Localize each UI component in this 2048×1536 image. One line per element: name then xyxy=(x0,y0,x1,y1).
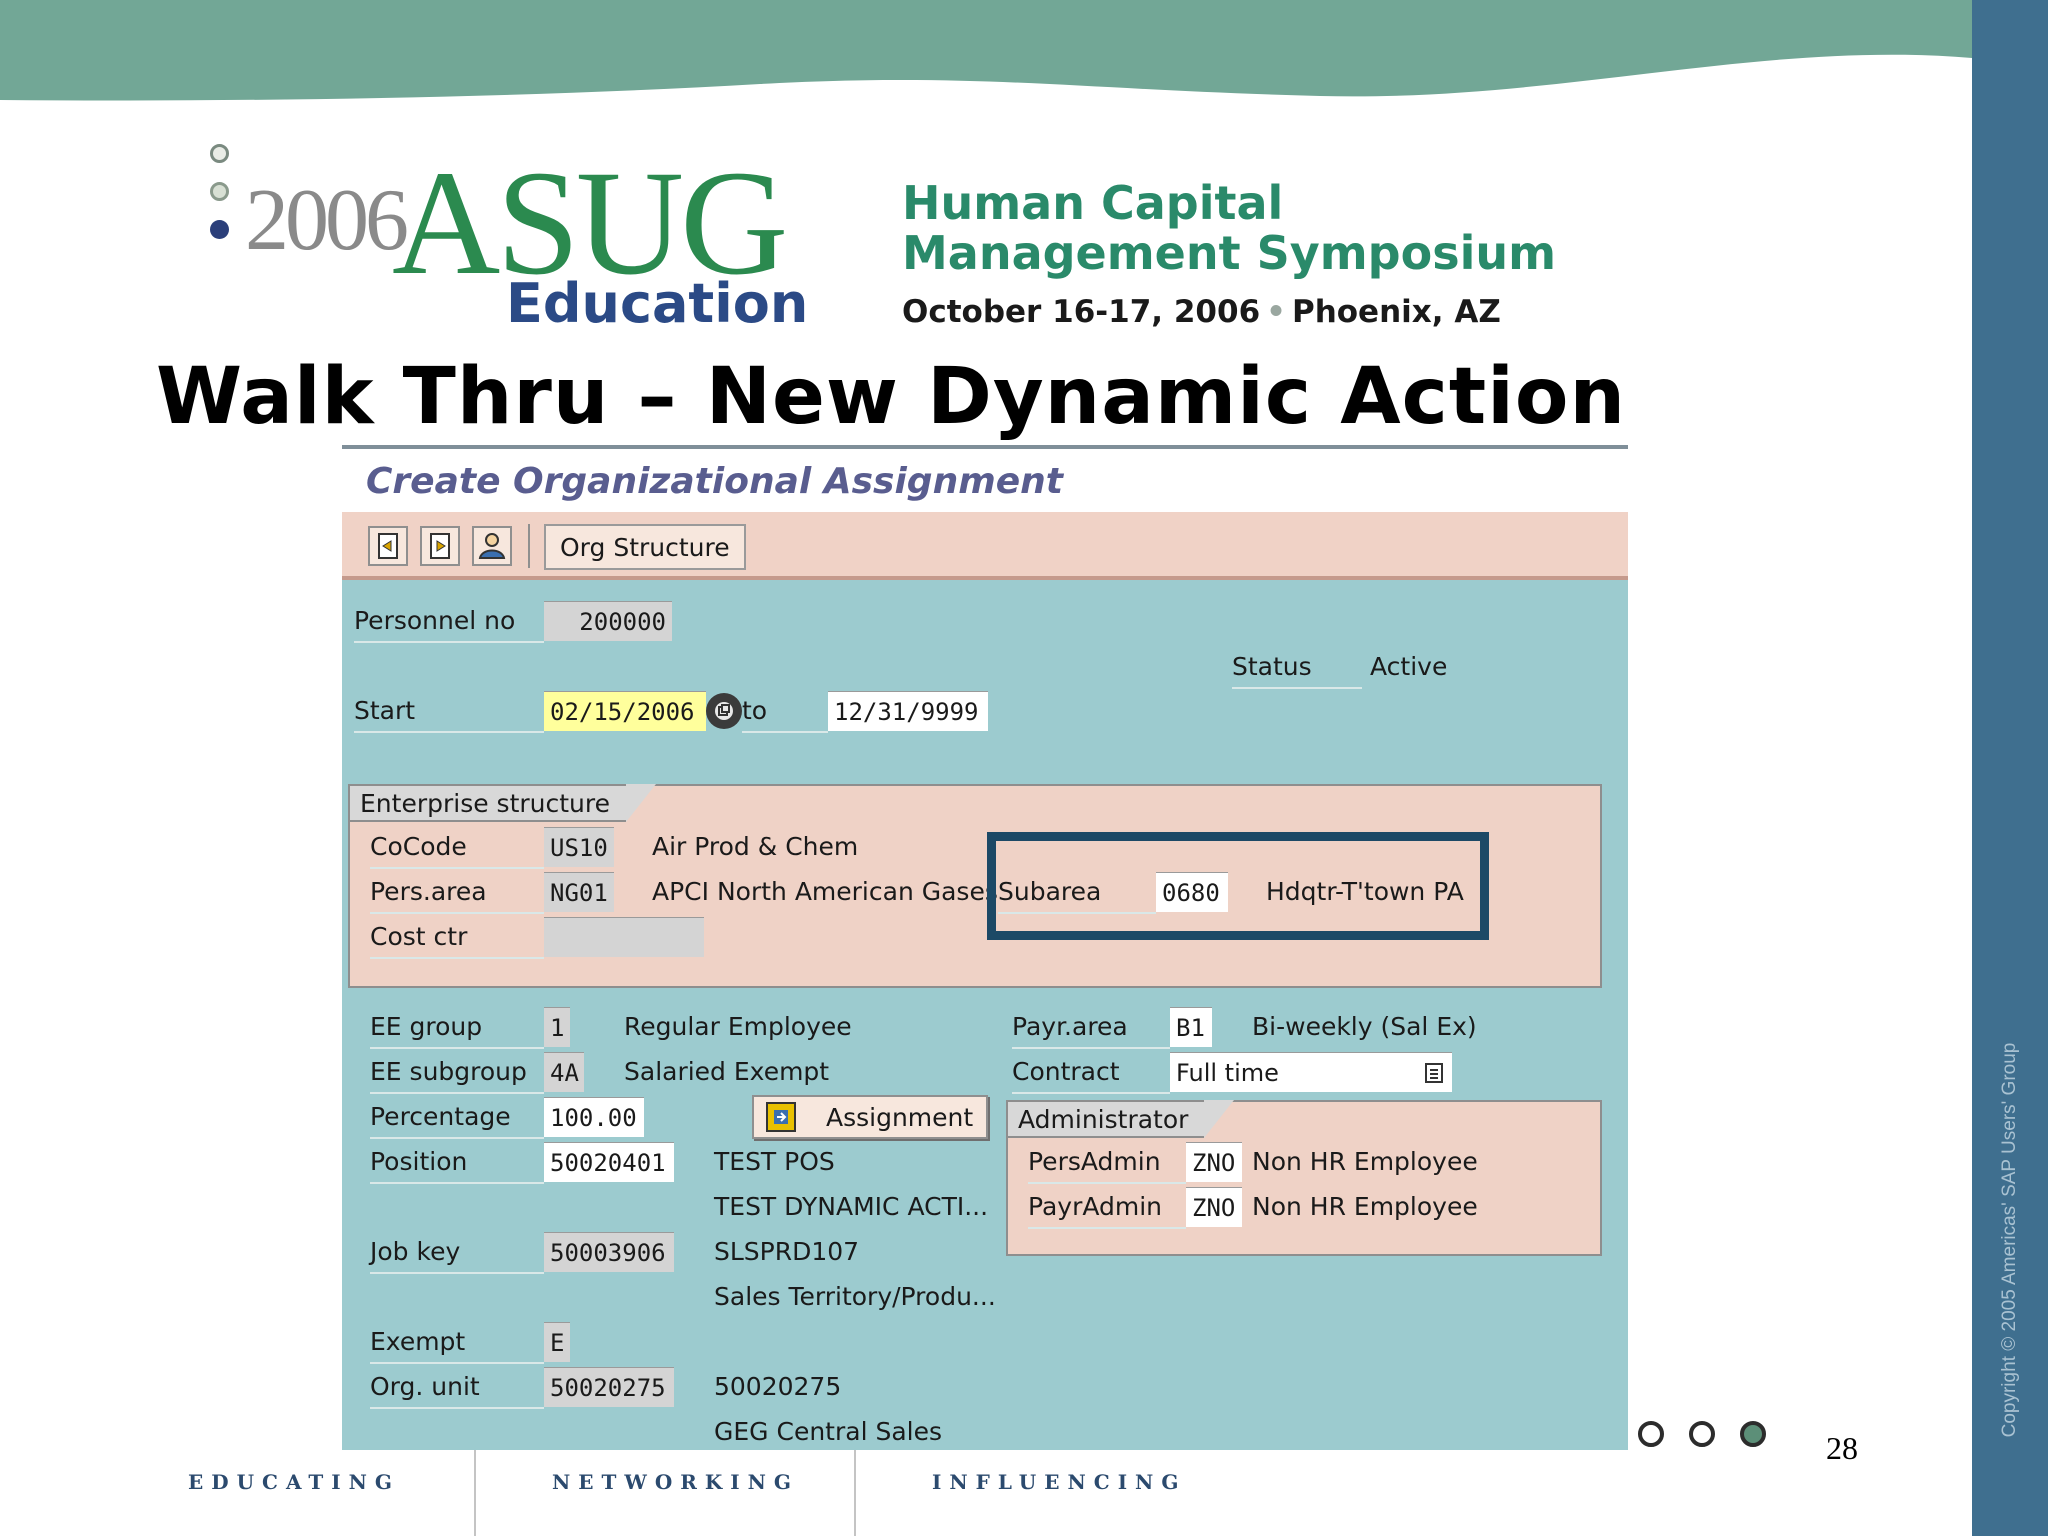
persarea-label: Pers.area xyxy=(370,877,544,914)
bullet-separator: • xyxy=(1266,294,1286,330)
position-label: Position xyxy=(370,1147,544,1184)
logo-dot xyxy=(210,144,229,163)
page-number: 28 xyxy=(1826,1430,1858,1466)
start-date-field[interactable]: 02/15/2006 xyxy=(544,691,706,731)
logo-education: Education xyxy=(506,272,809,335)
header-wave-band xyxy=(0,0,1972,101)
orgunit-field[interactable]: 50020275 xyxy=(544,1367,674,1407)
position-text: TEST POS xyxy=(714,1147,835,1176)
footer-influencing: INFLUENCING xyxy=(932,1470,1187,1494)
administrator-title: Administrator xyxy=(1006,1100,1235,1138)
start-label: Start xyxy=(354,696,544,733)
eesubgroup-text: Salaried Exempt xyxy=(624,1057,830,1086)
symposium-title-line1: Human Capital xyxy=(902,176,1284,230)
orgunit-description: GEG Central Sales xyxy=(714,1417,943,1446)
exempt-field[interactable]: E xyxy=(544,1322,570,1362)
orgunit-label: Org. unit xyxy=(370,1372,544,1409)
calendar-help-icon[interactable] xyxy=(706,693,742,729)
orgunit-text: 50020275 xyxy=(714,1372,842,1401)
persadmin-label: PersAdmin xyxy=(1028,1147,1186,1184)
subarea-label: Subarea xyxy=(998,877,1156,914)
contract-field[interactable]: Full time xyxy=(1170,1052,1452,1092)
footer-divider xyxy=(854,1450,856,1536)
next-record-icon[interactable] xyxy=(420,526,460,566)
footer-educating: EDUCATING xyxy=(188,1470,400,1494)
payrarea-label: Payr.area xyxy=(1012,1012,1170,1049)
toolbar-separator xyxy=(528,524,530,568)
footer-divider xyxy=(474,1450,476,1536)
subarea-field[interactable]: 0680 xyxy=(1156,872,1228,912)
payradmin-field[interactable]: ZNO xyxy=(1186,1187,1242,1227)
cocode-text: Air Prod & Chem xyxy=(652,832,859,861)
costctr-label: Cost ctr xyxy=(370,922,544,959)
eesubgroup-label: EE subgroup xyxy=(370,1057,544,1094)
personnel-no-label: Personnel no xyxy=(354,606,544,643)
contract-dropdown-icon[interactable] xyxy=(1424,1062,1444,1090)
eegroup-label: EE group xyxy=(370,1012,544,1049)
pager-dot-active-icon xyxy=(1740,1421,1766,1447)
pager-dot-icon xyxy=(1689,1421,1715,1447)
jobkey-text: SLSPRD107 xyxy=(714,1237,860,1266)
jobkey-label: Job key xyxy=(370,1237,544,1274)
footer-networking: NETWORKING xyxy=(552,1470,800,1494)
symposium-title-line2: Management Symposium xyxy=(902,226,1557,280)
logo-dot xyxy=(210,220,229,239)
persarea-field[interactable]: NG01 xyxy=(544,872,614,912)
percentage-field[interactable]: 100.00 xyxy=(544,1097,644,1137)
costctr-field[interactable] xyxy=(544,917,704,957)
eesubgroup-field[interactable]: 4A xyxy=(544,1052,584,1092)
persarea-text: APCI North American Gases xyxy=(652,877,998,906)
enterprise-structure-title: Enterprise structure xyxy=(348,784,656,822)
jobkey-field[interactable]: 50003906 xyxy=(544,1232,674,1272)
exempt-label: Exempt xyxy=(370,1327,544,1364)
position-description: TEST DYNAMIC ACTI... xyxy=(714,1192,989,1221)
logo-year: 2006 xyxy=(245,172,409,269)
persadmin-text: Non HR Employee xyxy=(1252,1147,1478,1176)
eegroup-text: Regular Employee xyxy=(624,1012,852,1041)
payradmin-label: PayrAdmin xyxy=(1028,1192,1186,1229)
event-date: October 16-17, 2006 xyxy=(902,294,1261,330)
event-location: Phoenix, AZ xyxy=(1291,294,1501,330)
to-label: to xyxy=(742,696,828,733)
position-field[interactable]: 50020401 xyxy=(544,1142,674,1182)
jobkey-description: Sales Territory/Produ... xyxy=(714,1282,996,1311)
pager-dot-icon xyxy=(1638,1421,1664,1447)
sap-screen-title: Create Organizational Assignment xyxy=(366,461,1063,502)
contract-label: Contract xyxy=(1012,1057,1170,1094)
cocode-label: CoCode xyxy=(370,832,544,869)
assignment-button-label: Assignment xyxy=(826,1102,974,1132)
assignment-button[interactable]: Assignment xyxy=(752,1095,988,1139)
cocode-field[interactable]: US10 xyxy=(544,827,614,867)
payrarea-field[interactable]: B1 xyxy=(1170,1007,1212,1047)
end-date-field[interactable]: 12/31/9999 xyxy=(828,691,988,731)
status-value: Active xyxy=(1370,652,1448,681)
percentage-label: Percentage xyxy=(370,1102,544,1139)
contract-value: Full time xyxy=(1176,1058,1279,1087)
sap-screen-header: Create Organizational Assignment xyxy=(342,445,1628,512)
logo-dot xyxy=(210,182,229,201)
previous-record-icon[interactable] xyxy=(368,526,408,566)
status-label: Status xyxy=(1232,652,1362,689)
sap-application-toolbar: Org Structure xyxy=(342,512,1628,580)
event-date-location: October 16-17, 2006 • Phoenix, AZ xyxy=(902,294,1501,330)
payrarea-text: Bi-weekly (Sal Ex) xyxy=(1252,1012,1477,1041)
org-structure-button[interactable]: Org Structure xyxy=(544,524,746,570)
personnel-no-field[interactable]: 200000 xyxy=(544,601,672,641)
eegroup-field[interactable]: 1 xyxy=(544,1007,570,1047)
logo-dots xyxy=(210,144,229,258)
persadmin-field[interactable]: ZNO xyxy=(1186,1142,1242,1182)
slide-title: Walk Thru – New Dynamic Action xyxy=(156,352,1626,442)
payradmin-text: Non HR Employee xyxy=(1252,1192,1478,1221)
copyright-text: Copyright © 2005 Americas' SAP Users' Gr… xyxy=(1999,1042,2020,1438)
subarea-text: Hdqtr-T'town PA xyxy=(1266,877,1464,906)
person-overview-icon[interactable] xyxy=(472,526,512,566)
assignment-icon xyxy=(766,1102,796,1132)
